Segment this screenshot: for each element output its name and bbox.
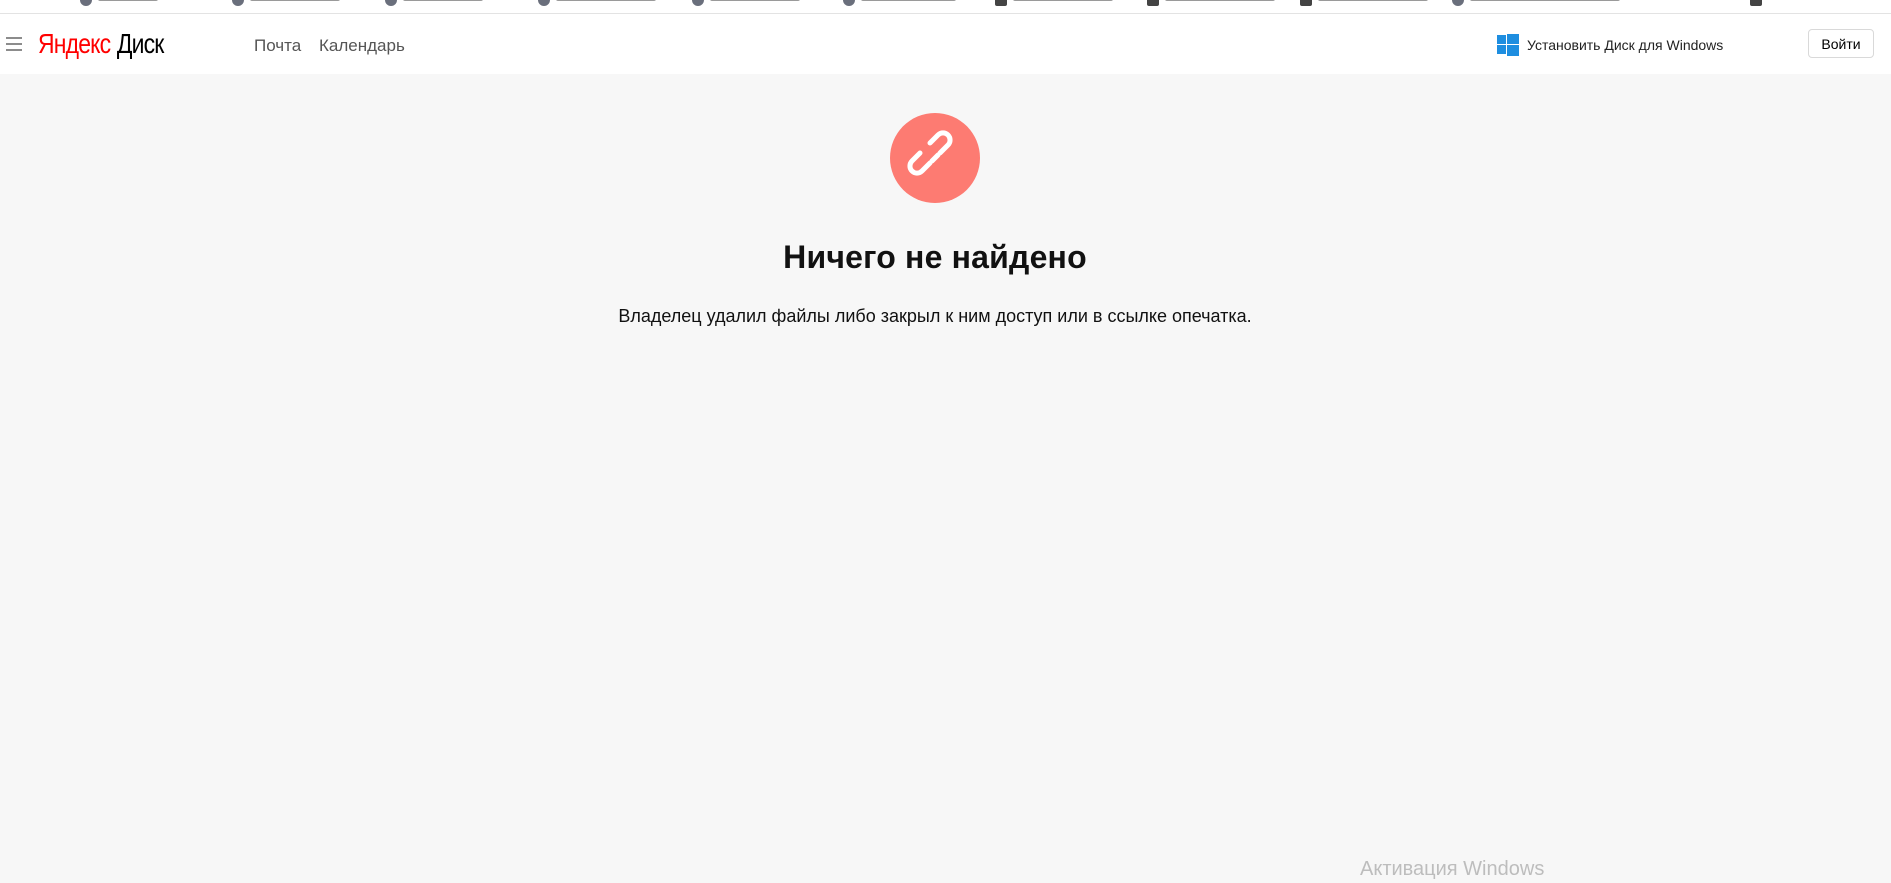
bookmark-favicon[interactable] — [1452, 0, 1464, 6]
bookmark-label[interactable] — [1013, 0, 1113, 1]
bookmark-label[interactable] — [250, 0, 340, 1]
hamburger-menu-icon[interactable] — [6, 37, 22, 51]
page-title: Ничего не найдено — [783, 239, 1087, 275]
error-description: Владелец удалил файлы либо закрыл к ним … — [618, 306, 1252, 326]
nav-link-mail[interactable]: Почта — [254, 36, 301, 56]
bookmark-favicon[interactable] — [232, 0, 244, 6]
bookmark-label[interactable] — [1470, 0, 1620, 1]
bookmark-label[interactable] — [98, 0, 158, 1]
header: Яндекс Диск Почта Календарь Установить Ди… — [0, 14, 1891, 74]
bookmark-favicon[interactable] — [538, 0, 550, 6]
install-disk-windows-link[interactable]: Установить Диск для Windows — [1497, 31, 1723, 59]
yandex-disk-logo[interactable]: Яндекс Диск — [38, 28, 164, 60]
bookmarks-bar — [0, 0, 1891, 14]
bookmark-label[interactable] — [861, 0, 956, 1]
windows-activation-watermark: Активация Windows — [1360, 858, 1545, 880]
bookmark-favicon[interactable] — [80, 0, 92, 6]
bookmark-favicon[interactable] — [995, 0, 1007, 6]
bookmark-label[interactable] — [1318, 0, 1428, 1]
bookmark-favicon[interactable] — [1147, 0, 1159, 6]
bookmark-favicon[interactable] — [1300, 0, 1312, 6]
bookmark-favicon[interactable] — [843, 0, 855, 6]
nav-link-calendar[interactable]: Календарь — [319, 36, 405, 56]
broken-link-icon — [890, 113, 980, 203]
install-disk-label: Установить Диск для Windows — [1527, 37, 1724, 53]
windows-logo-icon — [1497, 34, 1519, 56]
bookmark-favicon[interactable] — [692, 0, 704, 6]
logo-product: Диск — [116, 28, 164, 59]
login-button[interactable]: Войти — [1808, 29, 1874, 58]
bookmark-favicon[interactable] — [1750, 0, 1762, 6]
bookmark-label[interactable] — [710, 0, 800, 1]
logo-brand: Яндекс — [38, 28, 111, 59]
bookmark-favicon[interactable] — [385, 0, 397, 6]
page: Яндекс Диск Почта Календарь Установить Ди… — [0, 0, 1891, 883]
bookmark-label[interactable] — [1165, 0, 1275, 1]
bookmark-label[interactable] — [556, 0, 656, 1]
bookmark-label[interactable] — [403, 0, 483, 1]
